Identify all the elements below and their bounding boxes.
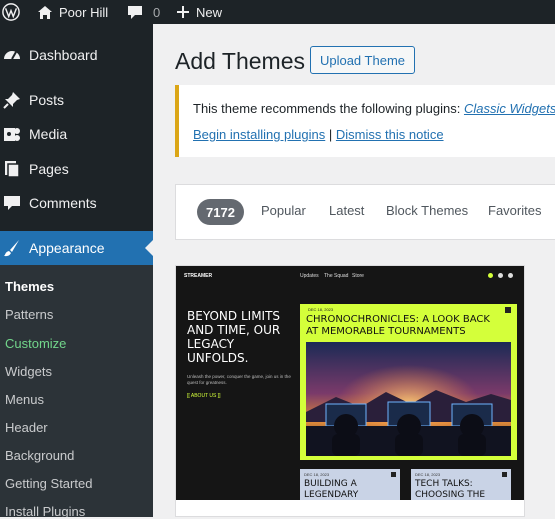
comments-count: 0 [153,4,161,20]
dismiss-notice-link[interactable]: Dismiss this notice [336,127,444,142]
tab-block-themes[interactable]: Block Themes [386,203,468,218]
page-title: Add Themes [175,48,305,74]
submenu-item-patterns[interactable]: Patterns [5,307,53,322]
theme-feature-icon [505,307,511,313]
home-icon [38,5,52,19]
theme-social-icon [488,273,493,278]
upload-theme-button[interactable]: Upload Theme [310,46,415,74]
theme-count-badge: 7172 [197,199,244,225]
notice-message: This theme recommends the following plug… [193,101,464,116]
comments-link[interactable]: 0 [127,0,160,24]
theme-post-icon [502,472,507,477]
submenu-item-menus[interactable]: Menus [5,392,44,407]
theme-post-card: DEC 18, 2023 BUILDING A LEGENDARY [300,469,400,500]
theme-post-title: TECH TALKS: CHOOSING THE [415,479,486,500]
admin-bar: Poor Hill 0 New [0,0,555,24]
admin-sidebar: Dashboard Posts Media Pages Comments App… [0,24,153,519]
theme-post-date: DEC 18, 2023 [304,472,330,477]
theme-about-link: [[ ABOUT US ]] [187,393,221,399]
tab-favorites[interactable]: Favorites [488,203,541,218]
submenu-item-header[interactable]: Header [5,420,48,435]
sidebar-item-label: Pages [29,161,69,177]
comment-icon [128,6,142,19]
wordpress-logo-icon[interactable] [2,0,20,24]
theme-social-icon [498,273,503,278]
site-name: Poor Hill [59,4,109,20]
notice-actions: Begin installing plugins | Dismiss this … [193,127,444,142]
theme-card[interactable]: STREAMER Updates The Squad Store BEYOND … [175,265,525,517]
dashboard-icon [2,45,22,65]
new-content-link[interactable]: New [176,0,222,24]
sidebar-item-label: Appearance [29,240,105,256]
submenu-item-background[interactable]: Background [5,448,74,463]
appearance-submenu: Themes Patterns Customize Widgets Menus … [0,265,153,519]
theme-filter-bar: 7172 Popular Latest Block Themes Favorit… [175,184,555,240]
sidebar-item-label: Dashboard [29,47,98,63]
site-name-link[interactable]: Poor Hill [37,0,108,24]
theme-social-icon [508,273,513,278]
new-label: New [196,4,223,20]
theme-post-card: DEC 18, 2023 TECH TALKS: CHOOSING THE [411,469,511,500]
sidebar-item-appearance[interactable]: Appearance [0,231,153,265]
main-content: Add Themes Upload Theme This theme recom… [153,24,555,517]
gaming-scene-image [306,342,511,456]
theme-screenshot[interactable]: STREAMER Updates The Squad Store BEYOND … [176,266,524,500]
theme-nav-squad: The Squad [324,273,349,279]
theme-hero-subtitle: Unleash the power, conquer the game, joi… [187,374,291,385]
theme-nav-store: Store [352,273,364,279]
pages-icon [2,159,22,179]
sidebar-item-label: Media [29,126,68,142]
submenu-item-widgets[interactable]: Widgets [5,364,52,379]
sidebar-item-comments[interactable]: Comments [0,186,153,220]
sidebar-item-label: Posts [29,92,65,108]
sidebar-item-pages[interactable]: Pages [0,152,153,186]
brush-icon [2,238,22,258]
pin-icon [2,90,22,110]
theme-feature-date: DEC 18, 2023 [308,307,334,312]
submenu-item-getting-started[interactable]: Getting Started [5,476,92,491]
submenu-item-themes[interactable]: Themes [5,279,54,294]
tab-popular[interactable]: Popular [261,203,306,218]
sidebar-item-label: Comments [29,195,97,211]
begin-installing-link[interactable]: Begin installing plugins [193,127,325,142]
submenu-item-customize[interactable]: Customize [5,336,66,351]
comment-icon [2,193,22,213]
sidebar-item-dashboard[interactable]: Dashboard [0,38,153,72]
sidebar-item-media[interactable]: Media [0,117,153,151]
plus-icon [177,6,189,18]
theme-feature-title: CHRONOCHRONICLES: A LOOK BACK AT MEMORAB… [306,314,490,337]
theme-post-date: DEC 18, 2023 [415,472,441,477]
theme-nav-updates: Updates [300,273,319,279]
plugin-notice: This theme recommends the following plug… [175,85,555,157]
notice-text: This theme recommends the following plug… [193,101,555,116]
sidebar-item-posts[interactable]: Posts [0,83,153,117]
theme-brand: STREAMER [184,273,213,279]
theme-post-title: BUILDING A LEGENDARY [304,479,359,500]
theme-feature-card: DEC 18, 2023 CHRONOCHRONICLES: A LOOK BA… [300,304,517,460]
theme-hero-title: BEYOND LIMITS AND TIME, OUR LEGACY UNFOL… [187,309,281,365]
theme-post-icon [391,472,396,477]
tab-latest[interactable]: Latest [329,203,364,218]
media-icon [2,124,22,144]
notice-separator: | [328,127,333,142]
classic-widgets-link[interactable]: Classic Widgets [464,101,555,116]
